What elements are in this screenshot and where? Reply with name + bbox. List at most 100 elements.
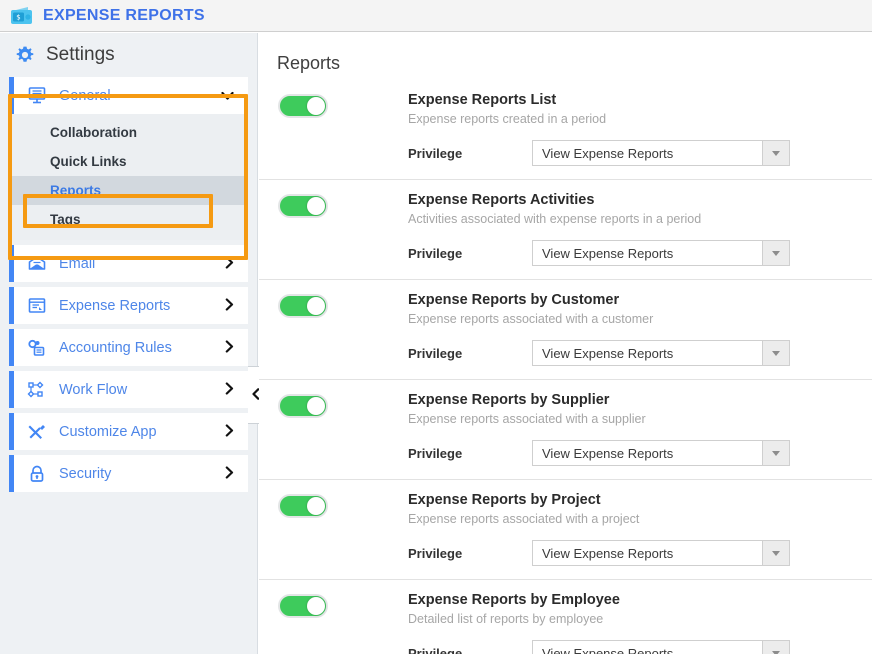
sidebar-item-accounting-rules[interactable]: Accounting Rules — [9, 329, 248, 366]
chevron-down-icon[interactable] — [762, 641, 789, 654]
chevron-down-icon[interactable] — [762, 241, 789, 265]
report-row: Expense Reports by Supplier Expense repo… — [259, 379, 872, 479]
chevron-down-icon[interactable] — [762, 441, 789, 465]
sidebar-item-label: Email — [59, 255, 96, 272]
privilege-row: Privilege View Expense Reports — [408, 540, 872, 566]
chevron-down-icon[interactable] — [762, 541, 789, 565]
chevron-right-icon — [225, 255, 234, 272]
sidebar-item-label: Expense Reports — [59, 297, 171, 314]
sidebar-item-tags[interactable]: Tags — [9, 205, 248, 234]
privilege-select[interactable]: View Expense Reports — [532, 540, 790, 566]
sidebar-item-reports[interactable]: Reports — [9, 176, 248, 205]
menu-group-general: General Collaboration Quick Links Report… — [9, 77, 248, 240]
document-window-icon — [27, 297, 47, 315]
privilege-row: Privilege View Expense Reports — [408, 640, 872, 654]
report-row: Expense Reports by Project Expense repor… — [259, 479, 872, 579]
app-header: $ EXPENSE REPORTS — [0, 0, 872, 32]
privilege-label: Privilege — [408, 345, 463, 361]
chevron-down-icon[interactable] — [762, 341, 789, 365]
chevron-right-icon — [225, 465, 234, 482]
settings-sidebar: Settings General Collaboration Quick Lin… — [0, 33, 258, 654]
report-toggle[interactable] — [278, 294, 328, 318]
menu-group-work-flow: Work Flow — [9, 371, 248, 408]
privilege-select[interactable]: View Expense Reports — [532, 440, 790, 466]
menu-group-security: Security — [9, 455, 248, 492]
sidebar-item-label: Work Flow — [59, 381, 128, 398]
report-description: Expense reports associated with a custom… — [408, 312, 654, 326]
report-row: Expense Reports Activities Activities as… — [259, 179, 872, 279]
report-description: Expense reports created in a period — [408, 112, 607, 126]
privilege-row: Privilege View Expense Reports — [408, 240, 872, 266]
menu-group-customize-app: Customize App — [9, 413, 248, 450]
sidebar-item-security[interactable]: Security — [9, 455, 248, 492]
privilege-select[interactable]: View Expense Reports — [532, 140, 790, 166]
report-toggle[interactable] — [278, 594, 328, 618]
privilege-select[interactable]: View Expense Reports — [532, 340, 790, 366]
svg-text:$: $ — [16, 13, 20, 21]
report-name: Expense Reports by Project — [408, 492, 601, 508]
gear-icon — [14, 44, 36, 66]
report-row: Expense Reports by Employee Detailed lis… — [259, 579, 872, 654]
gears-document-icon — [27, 339, 47, 357]
privilege-label: Privilege — [408, 545, 463, 561]
privilege-value: View Expense Reports — [542, 145, 674, 161]
privilege-row: Privilege View Expense Reports — [408, 440, 872, 466]
report-description: Expense reports associated with a suppli… — [408, 412, 646, 426]
report-description: Detailed list of reports by employee — [408, 612, 604, 626]
privilege-label: Privilege — [408, 245, 463, 261]
app-root: $ EXPENSE REPORTS Settings General Colla… — [0, 0, 872, 654]
sidebar-item-label: Accounting Rules — [59, 339, 172, 356]
report-row: Expense Reports List Expense reports cre… — [259, 80, 872, 179]
privilege-value: View Expense Reports — [542, 345, 674, 361]
sidebar-item-label: General — [59, 87, 111, 104]
privilege-label: Privilege — [408, 145, 463, 161]
padlock-icon — [27, 465, 47, 483]
sidebar-item-quick-links[interactable]: Quick Links — [9, 147, 248, 176]
sidebar-item-collaboration[interactable]: Collaboration — [9, 118, 248, 147]
privilege-label: Privilege — [408, 445, 463, 461]
menu-group-accounting-rules: Accounting Rules — [9, 329, 248, 366]
report-row: Expense Reports by Customer Expense repo… — [259, 279, 872, 379]
chevron-down-icon — [221, 88, 234, 103]
privilege-select[interactable]: View Expense Reports — [532, 240, 790, 266]
toggle-knob — [307, 297, 325, 315]
sidebar-item-customize-app[interactable]: Customize App — [9, 413, 248, 450]
toggle-knob — [307, 97, 325, 115]
settings-heading: Settings — [0, 33, 257, 77]
chevron-right-icon — [225, 381, 234, 398]
toggle-knob — [307, 597, 325, 615]
sidebar-item-label: Security — [59, 465, 112, 482]
chevron-right-icon — [225, 297, 234, 314]
sidebar-item-general[interactable]: General — [9, 77, 248, 114]
tools-icon — [27, 423, 47, 441]
toggle-knob — [307, 497, 325, 515]
menu-group-email: Email — [9, 245, 248, 282]
wallet-icon: $ — [10, 5, 34, 27]
report-toggle[interactable] — [278, 194, 328, 218]
report-name: Expense Reports by Employee — [408, 592, 620, 608]
privilege-value: View Expense Reports — [542, 545, 674, 561]
toggle-knob — [307, 197, 325, 215]
general-submenu: Collaboration Quick Links Reports Tags — [9, 114, 248, 240]
report-toggle[interactable] — [278, 94, 328, 118]
sidebar-item-work-flow[interactable]: Work Flow — [9, 371, 248, 408]
sidebar-item-email[interactable]: Email — [9, 245, 248, 282]
report-name: Expense Reports List — [408, 92, 557, 108]
sidebar-item-expense-reports[interactable]: Expense Reports — [9, 287, 248, 324]
chevron-right-icon — [225, 423, 234, 440]
page-title: Reports — [277, 53, 341, 73]
workflow-nodes-icon — [27, 381, 47, 399]
privilege-row: Privilege View Expense Reports — [408, 140, 872, 166]
report-name: Expense Reports by Supplier — [408, 392, 610, 408]
privilege-value: View Expense Reports — [542, 445, 674, 461]
toggle-knob — [307, 397, 325, 415]
report-description: Expense reports associated with a projec… — [408, 512, 640, 526]
report-toggle[interactable] — [278, 494, 328, 518]
report-name: Expense Reports by Customer — [408, 292, 620, 308]
app-title: EXPENSE REPORTS — [43, 6, 205, 24]
menu-group-expense-reports: Expense Reports — [9, 287, 248, 324]
chevron-down-icon[interactable] — [762, 141, 789, 165]
privilege-value: View Expense Reports — [542, 245, 674, 261]
privilege-select[interactable]: View Expense Reports — [532, 640, 790, 654]
report-toggle[interactable] — [278, 394, 328, 418]
